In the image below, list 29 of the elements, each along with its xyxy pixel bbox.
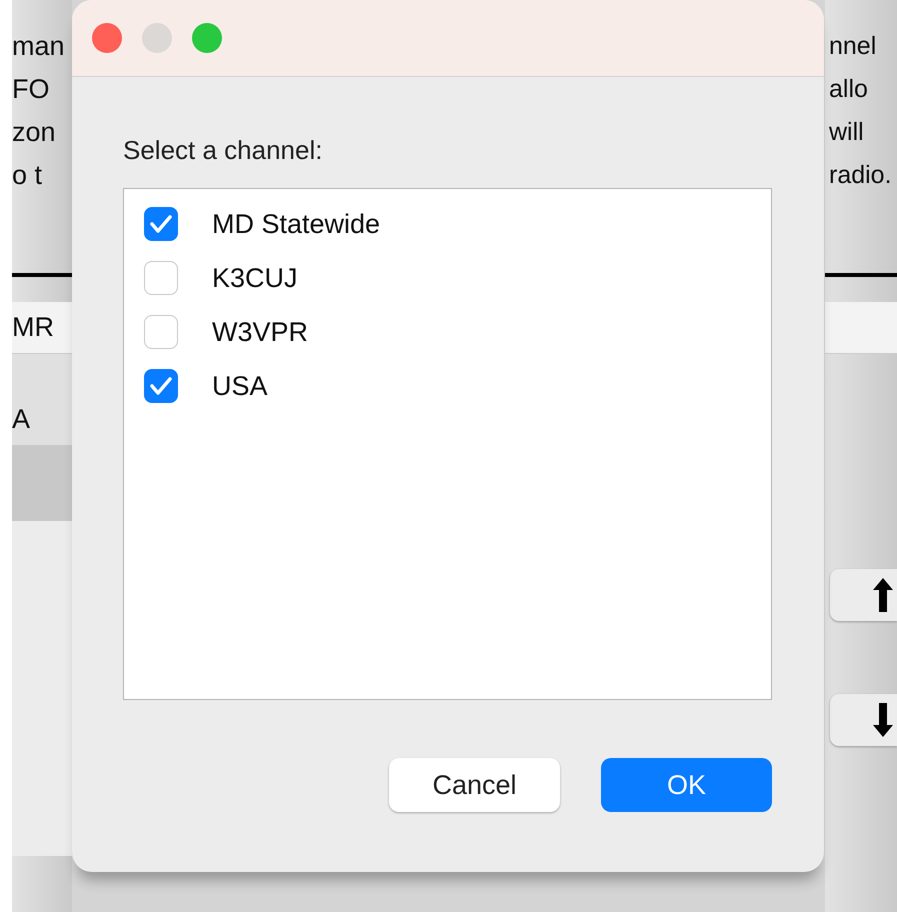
prompt-label: Select a channel:	[123, 135, 324, 166]
background-text: will	[829, 117, 864, 148]
channel-label: USA	[212, 370, 268, 402]
checkbox[interactable]	[144, 261, 178, 295]
background-text: nnel	[829, 31, 876, 62]
background-text: zon	[12, 116, 56, 149]
channel-label: K3CUJ	[212, 262, 298, 294]
zoom-window-button[interactable]	[192, 23, 222, 53]
channel-label: W3VPR	[212, 316, 308, 348]
checkbox[interactable]	[144, 369, 178, 403]
checkmark-icon	[150, 214, 172, 234]
channel-label: MD Statewide	[212, 208, 380, 240]
close-window-button[interactable]	[92, 23, 122, 53]
background-row: A	[12, 354, 72, 446]
background-text: o t	[12, 159, 42, 192]
move-down-button[interactable]	[830, 694, 897, 746]
background-field: MR	[12, 302, 72, 354]
checkbox[interactable]	[144, 315, 178, 349]
arrow-down-icon	[873, 703, 893, 737]
checkmark-icon	[150, 376, 172, 396]
background-text: man	[12, 30, 65, 63]
cancel-button[interactable]: Cancel	[389, 758, 560, 812]
background-text: allo	[829, 74, 868, 105]
arrow-up-icon	[873, 578, 893, 612]
move-up-button[interactable]	[830, 569, 897, 621]
checkbox[interactable]	[144, 207, 178, 241]
background-text: radio.	[829, 160, 892, 191]
background-text: FO	[12, 73, 50, 106]
ok-button[interactable]: OK	[601, 758, 772, 812]
